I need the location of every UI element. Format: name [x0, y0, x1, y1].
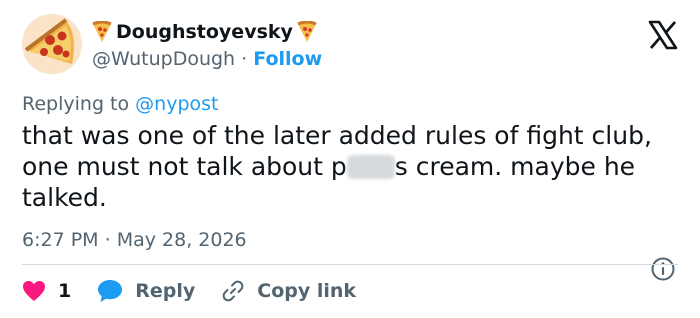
pizza-emoji-icon — [297, 20, 317, 43]
author-handle[interactable]: @WutupDough — [92, 48, 235, 70]
divider — [22, 264, 678, 265]
reply-button[interactable]: Reply — [97, 279, 195, 303]
speech-bubble-icon — [98, 280, 123, 302]
replying-to-mention[interactable]: @nypost — [135, 93, 218, 115]
reply-label: Reply — [135, 280, 196, 302]
tweet-text: that was one of the later added rules of… — [22, 120, 672, 213]
tweet-time[interactable]: 6:27 PM — [22, 229, 99, 251]
censored-blur — [346, 155, 395, 179]
avatar[interactable] — [22, 14, 82, 74]
replying-to: Replying to @nypost — [22, 92, 219, 116]
like-count: 1 — [58, 280, 72, 302]
heart-icon — [23, 281, 45, 301]
replying-to-label: Replying to — [22, 93, 130, 115]
x-logo-icon[interactable] — [648, 20, 678, 50]
follow-button[interactable]: Follow — [253, 48, 322, 70]
tweet-timestamp[interactable]: 6:27 PM · May 28, 2026 — [22, 228, 247, 252]
copy-link-label: Copy link — [257, 280, 357, 302]
author-display-name[interactable]: Doughstoyevsky — [116, 20, 293, 44]
author-name-row[interactable]: Doughstoyevsky — [92, 20, 317, 44]
author-handle-row: @WutupDough · Follow — [92, 47, 322, 71]
copy-link-button[interactable]: Copy link — [221, 279, 356, 303]
pizza-emoji-icon — [92, 20, 112, 43]
timestamp-separator: · — [104, 229, 111, 251]
link-icon — [222, 280, 244, 302]
handle-separator: · — [241, 48, 248, 70]
like-button[interactable]: 1 — [22, 280, 71, 302]
action-bar: 1 Reply Copy link — [22, 277, 382, 305]
info-icon[interactable] — [650, 256, 676, 282]
pizza-avatar-icon — [22, 14, 82, 74]
tweet-date[interactable]: May 28, 2026 — [117, 229, 247, 251]
